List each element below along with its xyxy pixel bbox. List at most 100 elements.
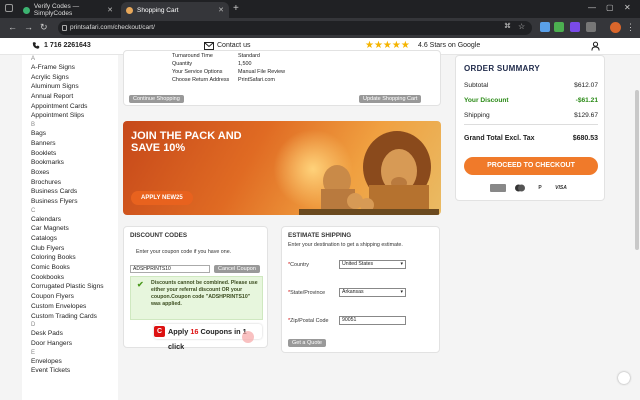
reload-icon[interactable]: ↻: [40, 22, 48, 33]
coupon-code-input[interactable]: ADSHPRINTS10: [130, 265, 210, 273]
sidebar-letter: B: [31, 122, 36, 129]
discount-row: Your Discount -$61.21: [464, 97, 598, 104]
tab-shopping-cart[interactable]: Shopping Cart ✕: [121, 2, 229, 18]
sidebar-item[interactable]: Catalogs: [22, 234, 118, 244]
shipping-row: Shipping $129.67: [464, 112, 598, 119]
zip-input[interactable]: 90051: [339, 316, 406, 325]
url-bar[interactable]: printsafari.com/checkout/cart/: [58, 21, 532, 35]
detail-value: PrintSafari.com: [238, 77, 275, 83]
country-select[interactable]: United States ▾: [339, 260, 406, 269]
url-text: printsafari.com/checkout/cart/: [70, 24, 155, 31]
sidebar-item[interactable]: Annual Report: [22, 92, 118, 102]
extensions-puzzle-icon[interactable]: [586, 22, 596, 32]
pointer-hand-icon: [242, 331, 254, 343]
sidebar-item[interactable]: Cookbooks: [22, 273, 118, 283]
sidebar-item[interactable]: Calendars: [22, 215, 118, 225]
tab-label: Verify Codes — SimplyCodes: [33, 3, 80, 17]
sidebar-item[interactable]: Business Flyers: [22, 197, 118, 207]
detail-label: Turnaround Time: [172, 53, 213, 59]
detail-value: Standard: [238, 53, 260, 59]
sidebar-item[interactable]: Car Magnets: [22, 224, 118, 234]
sidebar-item[interactable]: Comic Books: [22, 263, 118, 273]
forward-icon[interactable]: →: [24, 22, 33, 32]
sidebar-letter: D: [31, 322, 36, 329]
sidebar-item[interactable]: Business Cards: [22, 187, 118, 197]
summary-title: ORDER SUMMARY: [464, 64, 541, 73]
account-icon[interactable]: [591, 41, 600, 51]
divider: [464, 124, 598, 125]
browser-menu-icon[interactable]: ⋮: [626, 22, 635, 33]
mail-icon: [204, 42, 214, 50]
sidebar-letter: E: [31, 349, 36, 356]
close-window-icon[interactable]: ✕: [624, 3, 631, 12]
cart-item-card: Turnaround Time Standard Quantity 1,500 …: [123, 50, 441, 106]
tab-verify-codes[interactable]: Verify Codes — SimplyCodes ✕: [18, 2, 118, 18]
phone-number[interactable]: 1 716 2261643: [44, 42, 91, 49]
sidebar-item[interactable]: Custom Trading Cards: [22, 312, 118, 322]
new-tab-icon[interactable]: +: [233, 3, 239, 14]
discount-title: DISCOUNT CODES: [130, 232, 188, 239]
sidebar-item[interactable]: Banners: [22, 139, 118, 149]
scrollbar-thumb[interactable]: [635, 90, 639, 250]
continue-shopping-button[interactable]: Continue Shopping: [129, 95, 184, 103]
sidebar-item[interactable]: Bags: [22, 129, 118, 139]
get-quote-button[interactable]: Get a Quote: [288, 339, 326, 347]
bookmark-star-icon[interactable]: ☆: [518, 22, 525, 31]
close-tab-icon[interactable]: ✕: [218, 6, 224, 14]
promo-banner[interactable]: JOIN THE PACK AND SAVE 10% APPLY NEW25: [123, 121, 441, 215]
estimate-shipping-panel: ESTIMATE SHIPPING Enter your destination…: [281, 226, 440, 353]
sidebar-letter: A: [31, 56, 36, 62]
browser-tabbar: Verify Codes — SimplyCodes ✕ Shopping Ca…: [0, 0, 640, 18]
back-icon[interactable]: ←: [8, 22, 17, 32]
detail-label: Your Service Options: [172, 69, 223, 75]
sidebar-item[interactable]: Envelopes: [22, 357, 118, 367]
maximize-icon[interactable]: ▢: [606, 3, 614, 12]
shipping-title: ESTIMATE SHIPPING: [288, 232, 352, 239]
update-cart-button[interactable]: Update Shopping Cart: [359, 95, 422, 103]
contact-us-link[interactable]: Contact us: [217, 42, 250, 49]
apply-prefix: Apply: [168, 327, 189, 336]
sidebar-item[interactable]: Coupon Flyers: [22, 292, 118, 302]
extension-icon[interactable]: [570, 22, 580, 32]
google-rating-label[interactable]: 4.6 Stars on Google: [418, 42, 480, 49]
visa-icon: VISA: [555, 185, 567, 191]
detail-value: Manual File Review: [238, 69, 286, 75]
apply-new25-button[interactable]: APPLY NEW25: [131, 191, 193, 205]
sidebar-item[interactable]: Appointment Slips: [22, 111, 118, 121]
sidebar-letter: C: [31, 207, 36, 214]
simplycodes-icon: C: [154, 326, 165, 337]
banner-headline: JOIN THE PACK AND SAVE 10%: [131, 130, 242, 154]
translate-icon[interactable]: ⌘: [504, 22, 511, 30]
floating-extension-icon[interactable]: [618, 372, 630, 384]
extension-icon[interactable]: [554, 22, 564, 32]
detail-value: 1,500: [238, 61, 252, 67]
sidebar-item[interactable]: Aluminum Signs: [22, 82, 118, 92]
sidebar-item[interactable]: Bookmarks: [22, 158, 118, 168]
tab-search-icon[interactable]: [5, 4, 13, 12]
sidebar-item[interactable]: Appointment Cards: [22, 102, 118, 112]
proceed-to-checkout-button[interactable]: PROCEED TO CHECKOUT: [464, 157, 598, 175]
sidebar-item[interactable]: A-Frame Signs: [22, 63, 118, 73]
close-tab-icon[interactable]: ✕: [107, 6, 113, 14]
state-select[interactable]: Arkansas ▾: [339, 288, 406, 297]
sidebar-item[interactable]: Corrugated Plastic Signs: [22, 282, 118, 292]
tab-label: Shopping Cart: [137, 6, 179, 14]
sidebar-item[interactable]: Boxes: [22, 168, 118, 178]
sidebar-item[interactable]: Door Hangers: [22, 339, 118, 349]
detail-label: Choose Return Address: [172, 77, 230, 83]
sidebar-item[interactable]: Brochures: [22, 178, 118, 188]
address-toolbar: ← → ↻ printsafari.com/checkout/cart/ ⌘ ☆…: [0, 18, 640, 38]
minimize-icon[interactable]: —: [588, 3, 596, 12]
sidebar-item[interactable]: Desk Pads: [22, 329, 118, 339]
chevron-down-icon: ▾: [400, 289, 403, 295]
profile-avatar[interactable]: [610, 22, 621, 33]
extension-icon[interactable]: [540, 22, 550, 32]
sidebar-item[interactable]: Acrylic Signs: [22, 73, 118, 83]
page-content: A A-Frame Signs Acrylic Signs Aluminum Sign…: [0, 50, 640, 400]
sidebar-item[interactable]: Club Flyers: [22, 244, 118, 254]
sidebar-item[interactable]: Coloring Books: [22, 253, 118, 263]
sidebar-item[interactable]: Custom Envelopes: [22, 302, 118, 312]
sidebar-item[interactable]: Booklets: [22, 149, 118, 159]
cancel-coupon-button[interactable]: Cancel Coupon: [214, 265, 260, 273]
sidebar-item[interactable]: Event Tickets: [22, 366, 118, 376]
